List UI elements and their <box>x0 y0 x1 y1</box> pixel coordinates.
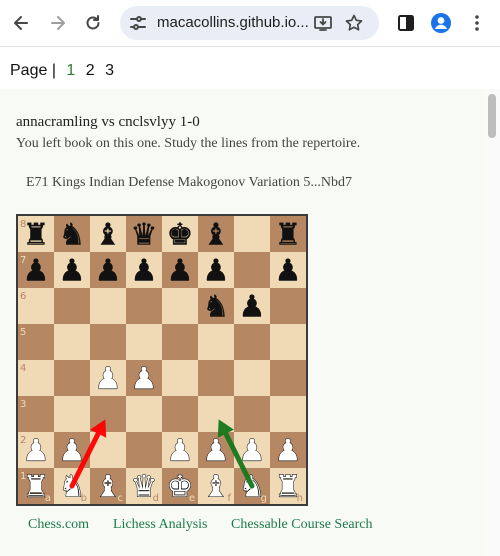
black-knight-icon[interactable]: ♞ <box>202 289 230 325</box>
opening-name: E71 Kings Indian Defense Makogonov Varia… <box>26 175 352 190</box>
white-pawn-icon[interactable]: ♟ <box>22 433 50 469</box>
board-square-b6[interactable] <box>54 288 90 324</box>
board-square-g3[interactable] <box>234 396 270 432</box>
board-square-c5[interactable] <box>90 324 126 360</box>
white-bishop-icon[interactable]: ♝ <box>202 469 230 505</box>
vertical-scrollbar[interactable] <box>484 89 500 556</box>
board-square-c6[interactable] <box>90 288 126 324</box>
black-pawn-icon[interactable]: ♟ <box>202 253 230 289</box>
white-king-icon[interactable]: ♚ <box>166 469 194 505</box>
board-square-h6[interactable] <box>270 288 306 324</box>
game-card: annacramling vs cnclsvlyy 1-0 You left b… <box>0 89 484 556</box>
board-square-b5[interactable] <box>54 324 90 360</box>
board-square-h4[interactable] <box>270 360 306 396</box>
page-link-1[interactable]: 1 <box>66 62 75 79</box>
profile-avatar-icon[interactable] <box>428 10 454 36</box>
board-square-g4[interactable] <box>234 360 270 396</box>
black-rook-icon[interactable]: ♜ <box>274 217 302 253</box>
board-square-b4[interactable] <box>54 360 90 396</box>
board-square-f5[interactable] <box>198 324 234 360</box>
black-knight-icon[interactable]: ♞ <box>58 217 86 253</box>
board-square-d2[interactable] <box>126 432 162 468</box>
star-icon[interactable] <box>344 13 364 33</box>
board-square-b3[interactable] <box>54 396 90 432</box>
board-square-e6[interactable] <box>162 288 198 324</box>
chess-board-svg[interactable]: 87654321a b c d e f g h♜ ♞ ♝ ♛ ♚ ♝ ♜♟ ♟ ♟ ♟ ♟ ♟ ♟♞ ♟♟ ♟♟ ♟ ♟ ♟ ♟ ♟… <box>18 216 306 504</box>
address-bar[interactable]: macacollins.github.io... <box>120 6 379 40</box>
board-square-g5[interactable] <box>234 324 270 360</box>
black-pawn-icon[interactable]: ♟ <box>58 253 86 289</box>
rank-label-6: 6 <box>20 291 26 302</box>
white-pawn-icon[interactable]: ♟ <box>274 433 302 469</box>
game-title: annacramling vs cnclsvlyy 1-0 <box>16 114 200 130</box>
side-panel-icon[interactable] <box>393 10 419 36</box>
forward-arrow-icon[interactable] <box>45 10 71 36</box>
lichess-analysis-link[interactable]: Lichess Analysis <box>113 517 208 533</box>
chessable-course-search-link[interactable]: Chessable Course Search <box>231 517 373 533</box>
board-square-d6[interactable] <box>126 288 162 324</box>
install-app-icon[interactable] <box>313 13 333 33</box>
scrollbar-thumb[interactable] <box>488 94 496 138</box>
game-note: You left book on this one. Study the lin… <box>16 136 361 151</box>
pagination-label: Page | <box>10 62 56 79</box>
url-text[interactable]: macacollins.github.io... <box>157 14 309 31</box>
rank-label-5: 5 <box>20 327 26 338</box>
white-rook-icon[interactable]: ♜ <box>22 469 50 505</box>
white-bishop-icon[interactable]: ♝ <box>94 469 122 505</box>
board-square-f4[interactable] <box>198 360 234 396</box>
white-pawn-icon[interactable]: ♟ <box>166 433 194 469</box>
pagination: Page | 1 2 3 <box>10 62 114 80</box>
black-bishop-icon[interactable]: ♝ <box>94 217 122 253</box>
board-square-d5[interactable] <box>126 324 162 360</box>
more-menu-icon[interactable] <box>464 10 490 36</box>
black-queen-icon[interactable]: ♛ <box>130 217 158 253</box>
black-pawn-icon[interactable]: ♟ <box>94 253 122 289</box>
board-square-e3[interactable] <box>162 396 198 432</box>
black-pawn-icon[interactable]: ♟ <box>238 289 266 325</box>
board-square-e4[interactable] <box>162 360 198 396</box>
page-link-3[interactable]: 3 <box>105 62 114 79</box>
page-content: Page | 1 2 3 annacramling vs cnclsvlyy 1… <box>0 47 500 556</box>
black-rook-icon[interactable]: ♜ <box>22 217 50 253</box>
black-king-icon[interactable]: ♚ <box>166 217 194 253</box>
browser-toolbar: macacollins.github.io... <box>0 0 500 47</box>
reload-icon[interactable] <box>80 10 106 36</box>
board-square-h3[interactable] <box>270 396 306 432</box>
white-pawn-icon[interactable]: ♟ <box>94 361 122 397</box>
rank-label-4: 4 <box>20 363 26 374</box>
tune-icon[interactable] <box>128 13 148 33</box>
white-queen-icon[interactable]: ♛ <box>130 469 158 505</box>
white-pawn-icon[interactable]: ♟ <box>130 361 158 397</box>
page-link-2[interactable]: 2 <box>86 62 95 79</box>
white-pawn-icon[interactable]: ♟ <box>202 433 230 469</box>
black-pawn-icon[interactable]: ♟ <box>130 253 158 289</box>
black-pawn-icon[interactable]: ♟ <box>22 253 50 289</box>
board-square-h5[interactable] <box>270 324 306 360</box>
board-square-d3[interactable] <box>126 396 162 432</box>
chesscom-link[interactable]: Chess.com <box>28 517 89 533</box>
back-arrow-icon[interactable] <box>8 10 34 36</box>
board-square-g7[interactable] <box>234 252 270 288</box>
rank-label-3: 3 <box>20 399 26 410</box>
board-square-e5[interactable] <box>162 324 198 360</box>
chess-board[interactable]: 8 7 6 5 4 3 2 1 a b c d e f g h ♜ ♞ ♝ ♛ ♚ ♝ ♜ ♟ ♟ ♟ ♟ ♟ ♟ ♟ ♞ ♟ ♟ ♟ ♟ ♟ ♟ ♟ ♟ ♟… <box>16 214 308 506</box>
board-square-g8[interactable] <box>234 216 270 252</box>
white-rook-icon[interactable]: ♜ <box>274 469 302 505</box>
black-pawn-icon[interactable]: ♟ <box>166 253 194 289</box>
black-bishop-icon[interactable]: ♝ <box>202 217 230 253</box>
black-pawn-icon[interactable]: ♟ <box>274 253 302 289</box>
